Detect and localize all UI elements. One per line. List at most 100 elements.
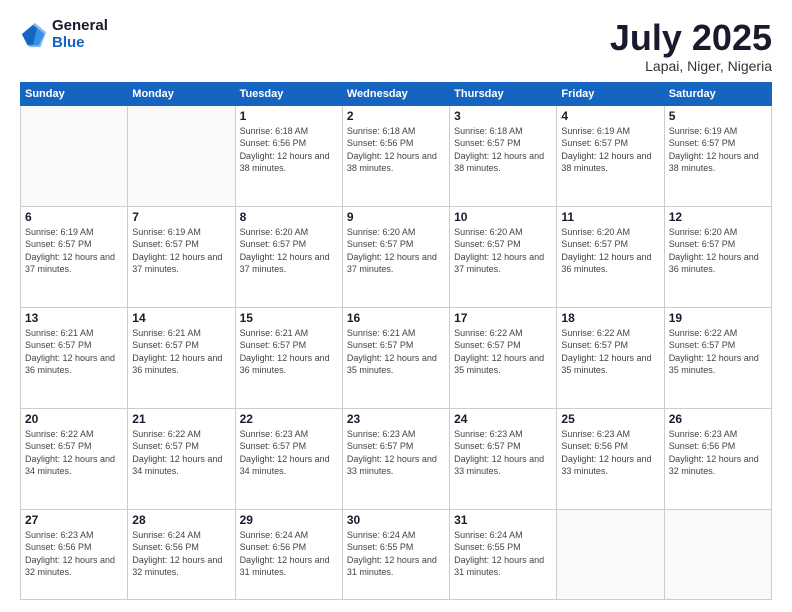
day-number: 17 xyxy=(454,311,552,325)
logo: General Blue xyxy=(20,18,108,51)
table-row: 16Sunrise: 6:21 AM Sunset: 6:57 PM Dayli… xyxy=(342,307,449,408)
day-number: 29 xyxy=(240,513,338,527)
table-row: 6Sunrise: 6:19 AM Sunset: 6:57 PM Daylig… xyxy=(21,206,128,307)
table-row: 2Sunrise: 6:18 AM Sunset: 6:56 PM Daylig… xyxy=(342,105,449,206)
table-row: 30Sunrise: 6:24 AM Sunset: 6:55 PM Dayli… xyxy=(342,509,449,599)
table-row: 25 Sunrise: 6:23 AM Sunset: 6:56 PM Dayli… xyxy=(557,408,664,509)
day-number: 11 xyxy=(561,210,659,224)
table-row xyxy=(21,105,128,206)
header-wednesday: Wednesday xyxy=(342,82,449,105)
table-row: 21Sunrise: 6:22 AM Sunset: 6:57 PM Dayli… xyxy=(128,408,235,509)
table-row: 27 Sunrise: 6:23 AM Sunset: 6:56 PM Dayli… xyxy=(21,509,128,599)
day-number: 9 xyxy=(347,210,445,224)
day-info: Sunrise: 6:19 AM Sunset: 6:57 PM Dayligh… xyxy=(561,125,659,175)
table-row: 3Sunrise: 6:18 AM Sunset: 6:57 PM Daylig… xyxy=(450,105,557,206)
day-number: 8 xyxy=(240,210,338,224)
table-row: 12 Sunrise: 6:20 AM Sunset: 6:57 PM Dayli… xyxy=(664,206,771,307)
day-number: 22 xyxy=(240,412,338,426)
day-number: 20 xyxy=(25,412,123,426)
table-row xyxy=(128,105,235,206)
table-row: 10 Sunrise: 6:20 AM Sunset: 6:57 PM Dayli… xyxy=(450,206,557,307)
table-row: 19 Sunrise: 6:22 AM Sunset: 6:57 PM Dayli… xyxy=(664,307,771,408)
day-number: 31 xyxy=(454,513,552,527)
day-info: Sunrise: 6:24 AM Sunset: 6:56 PM Dayligh… xyxy=(240,529,338,579)
table-row xyxy=(664,509,771,599)
table-row xyxy=(557,509,664,599)
day-number: 6 xyxy=(25,210,123,224)
day-number: 4 xyxy=(561,109,659,123)
day-info: Sunrise: 6:22 AM Sunset: 6:57 PM Dayligh… xyxy=(25,428,123,478)
day-number: 3 xyxy=(454,109,552,123)
day-number: 12 xyxy=(669,210,767,224)
day-number: 18 xyxy=(561,311,659,325)
calendar-table: Sunday Monday Tuesday Wednesday Thursday… xyxy=(20,82,772,600)
day-info: Sunrise: 6:24 AM Sunset: 6:55 PM Dayligh… xyxy=(454,529,552,579)
day-number: 15 xyxy=(240,311,338,325)
day-number: 28 xyxy=(132,513,230,527)
header-friday: Friday xyxy=(557,82,664,105)
logo-text: General Blue xyxy=(52,18,108,51)
header-sunday: Sunday xyxy=(21,82,128,105)
table-row: 11 Sunrise: 6:20 AM Sunset: 6:57 PM Dayli… xyxy=(557,206,664,307)
logo-icon xyxy=(20,21,48,49)
page: General Blue July 2025 Lapai, Niger, Nig… xyxy=(0,0,792,612)
table-row: 13 Sunrise: 6:21 AM Sunset: 6:57 PM Dayli… xyxy=(21,307,128,408)
day-number: 25 xyxy=(561,412,659,426)
day-info: Sunrise: 6:20 AM Sunset: 6:57 PM Dayligh… xyxy=(347,226,445,276)
day-info: Sunrise: 6:18 AM Sunset: 6:56 PM Dayligh… xyxy=(240,125,338,175)
weekday-header-row: Sunday Monday Tuesday Wednesday Thursday… xyxy=(21,82,772,105)
table-row: 8 Sunrise: 6:20 AM Sunset: 6:57 PM Daylig… xyxy=(235,206,342,307)
day-number: 13 xyxy=(25,311,123,325)
day-info: Sunrise: 6:20 AM Sunset: 6:57 PM Dayligh… xyxy=(561,226,659,276)
day-number: 10 xyxy=(454,210,552,224)
day-number: 7 xyxy=(132,210,230,224)
day-info: Sunrise: 6:21 AM Sunset: 6:57 PM Dayligh… xyxy=(347,327,445,377)
header-tuesday: Tuesday xyxy=(235,82,342,105)
table-row: 1Sunrise: 6:18 AM Sunset: 6:56 PM Daylig… xyxy=(235,105,342,206)
calendar-week-row: 6Sunrise: 6:19 AM Sunset: 6:57 PM Daylig… xyxy=(21,206,772,307)
day-info: Sunrise: 6:23 AM Sunset: 6:56 PM Dayligh… xyxy=(25,529,123,579)
day-info: Sunrise: 6:19 AM Sunset: 6:57 PM Dayligh… xyxy=(669,125,767,175)
table-row: 26Sunrise: 6:23 AM Sunset: 6:56 PM Dayli… xyxy=(664,408,771,509)
calendar-week-row: 13 Sunrise: 6:21 AM Sunset: 6:57 PM Dayli… xyxy=(21,307,772,408)
table-row: 24Sunrise: 6:23 AM Sunset: 6:57 PM Dayli… xyxy=(450,408,557,509)
table-row: 22 Sunrise: 6:23 AM Sunset: 6:57 PM Dayli… xyxy=(235,408,342,509)
header-thursday: Thursday xyxy=(450,82,557,105)
day-info: Sunrise: 6:21 AM Sunset: 6:57 PM Dayligh… xyxy=(25,327,123,377)
header: General Blue July 2025 Lapai, Niger, Nig… xyxy=(20,18,772,74)
table-row: 4 Sunrise: 6:19 AM Sunset: 6:57 PM Daylig… xyxy=(557,105,664,206)
title-block: July 2025 Lapai, Niger, Nigeria xyxy=(610,18,772,74)
table-row: 17 Sunrise: 6:22 AM Sunset: 6:57 PM Dayli… xyxy=(450,307,557,408)
day-info: Sunrise: 6:24 AM Sunset: 6:56 PM Dayligh… xyxy=(132,529,230,579)
title-month: July 2025 xyxy=(610,18,772,58)
day-info: Sunrise: 6:22 AM Sunset: 6:57 PM Dayligh… xyxy=(454,327,552,377)
day-info: Sunrise: 6:20 AM Sunset: 6:57 PM Dayligh… xyxy=(240,226,338,276)
day-number: 21 xyxy=(132,412,230,426)
title-location: Lapai, Niger, Nigeria xyxy=(610,58,772,74)
table-row: 5 Sunrise: 6:19 AM Sunset: 6:57 PM Daylig… xyxy=(664,105,771,206)
day-number: 24 xyxy=(454,412,552,426)
day-number: 23 xyxy=(347,412,445,426)
day-info: Sunrise: 6:23 AM Sunset: 6:57 PM Dayligh… xyxy=(240,428,338,478)
day-info: Sunrise: 6:23 AM Sunset: 6:56 PM Dayligh… xyxy=(561,428,659,478)
day-number: 5 xyxy=(669,109,767,123)
day-info: Sunrise: 6:21 AM Sunset: 6:57 PM Dayligh… xyxy=(132,327,230,377)
table-row: 23Sunrise: 6:23 AM Sunset: 6:57 PM Dayli… xyxy=(342,408,449,509)
day-number: 30 xyxy=(347,513,445,527)
table-row: 28 Sunrise: 6:24 AM Sunset: 6:56 PM Dayli… xyxy=(128,509,235,599)
day-number: 19 xyxy=(669,311,767,325)
header-monday: Monday xyxy=(128,82,235,105)
calendar-week-row: 20 Sunrise: 6:22 AM Sunset: 6:57 PM Dayli… xyxy=(21,408,772,509)
day-info: Sunrise: 6:22 AM Sunset: 6:57 PM Dayligh… xyxy=(561,327,659,377)
table-row: 20 Sunrise: 6:22 AM Sunset: 6:57 PM Dayli… xyxy=(21,408,128,509)
day-number: 2 xyxy=(347,109,445,123)
day-number: 27 xyxy=(25,513,123,527)
day-number: 14 xyxy=(132,311,230,325)
day-info: Sunrise: 6:23 AM Sunset: 6:56 PM Dayligh… xyxy=(669,428,767,478)
day-info: Sunrise: 6:20 AM Sunset: 6:57 PM Dayligh… xyxy=(454,226,552,276)
day-info: Sunrise: 6:22 AM Sunset: 6:57 PM Dayligh… xyxy=(669,327,767,377)
day-info: Sunrise: 6:20 AM Sunset: 6:57 PM Dayligh… xyxy=(669,226,767,276)
table-row: 9 Sunrise: 6:20 AM Sunset: 6:57 PM Daylig… xyxy=(342,206,449,307)
table-row: 29 Sunrise: 6:24 AM Sunset: 6:56 PM Dayli… xyxy=(235,509,342,599)
logo-general-text: General xyxy=(52,18,108,35)
